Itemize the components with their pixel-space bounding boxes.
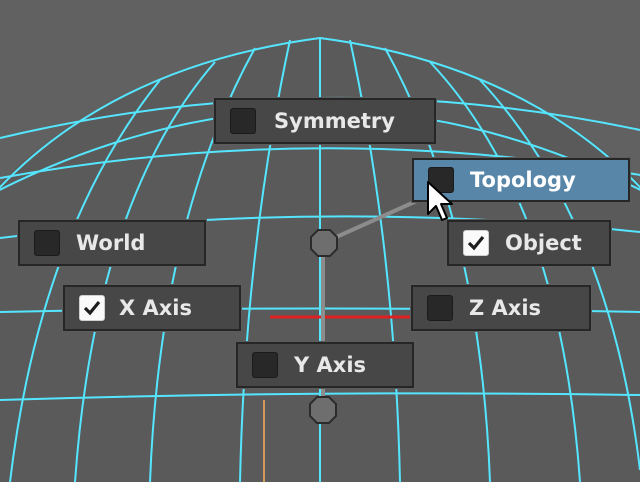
menu-item-object[interactable]: Object (447, 220, 611, 266)
gesture-end-node (309, 396, 337, 424)
menu-item-y-axis[interactable]: Y Axis (236, 342, 414, 388)
menu-center-icon (310, 229, 338, 257)
menu-item-label: World (76, 231, 146, 255)
checkbox-icon[interactable] (427, 295, 453, 321)
checkbox-icon[interactable] (252, 352, 278, 378)
checkbox-icon[interactable] (34, 230, 60, 256)
checkmark-icon (467, 235, 485, 251)
checkmark-icon (83, 300, 101, 316)
menu-item-label: Topology (470, 168, 576, 192)
menu-item-world[interactable]: World (18, 220, 206, 266)
menu-item-z-axis[interactable]: Z Axis (411, 285, 591, 331)
menu-item-label: Z Axis (469, 296, 542, 320)
checkbox-icon[interactable] (230, 108, 256, 134)
menu-item-x-axis[interactable]: X Axis (63, 285, 241, 331)
menu-item-label: Y Axis (294, 353, 367, 377)
arrow-cursor-icon (427, 181, 453, 221)
menu-item-label: Object (505, 231, 582, 255)
checkbox-icon[interactable] (463, 230, 489, 256)
menu-item-label: Symmetry (274, 109, 395, 133)
menu-item-label: X Axis (119, 296, 192, 320)
checkbox-icon[interactable] (79, 295, 105, 321)
menu-item-symmetry[interactable]: Symmetry (214, 98, 436, 144)
